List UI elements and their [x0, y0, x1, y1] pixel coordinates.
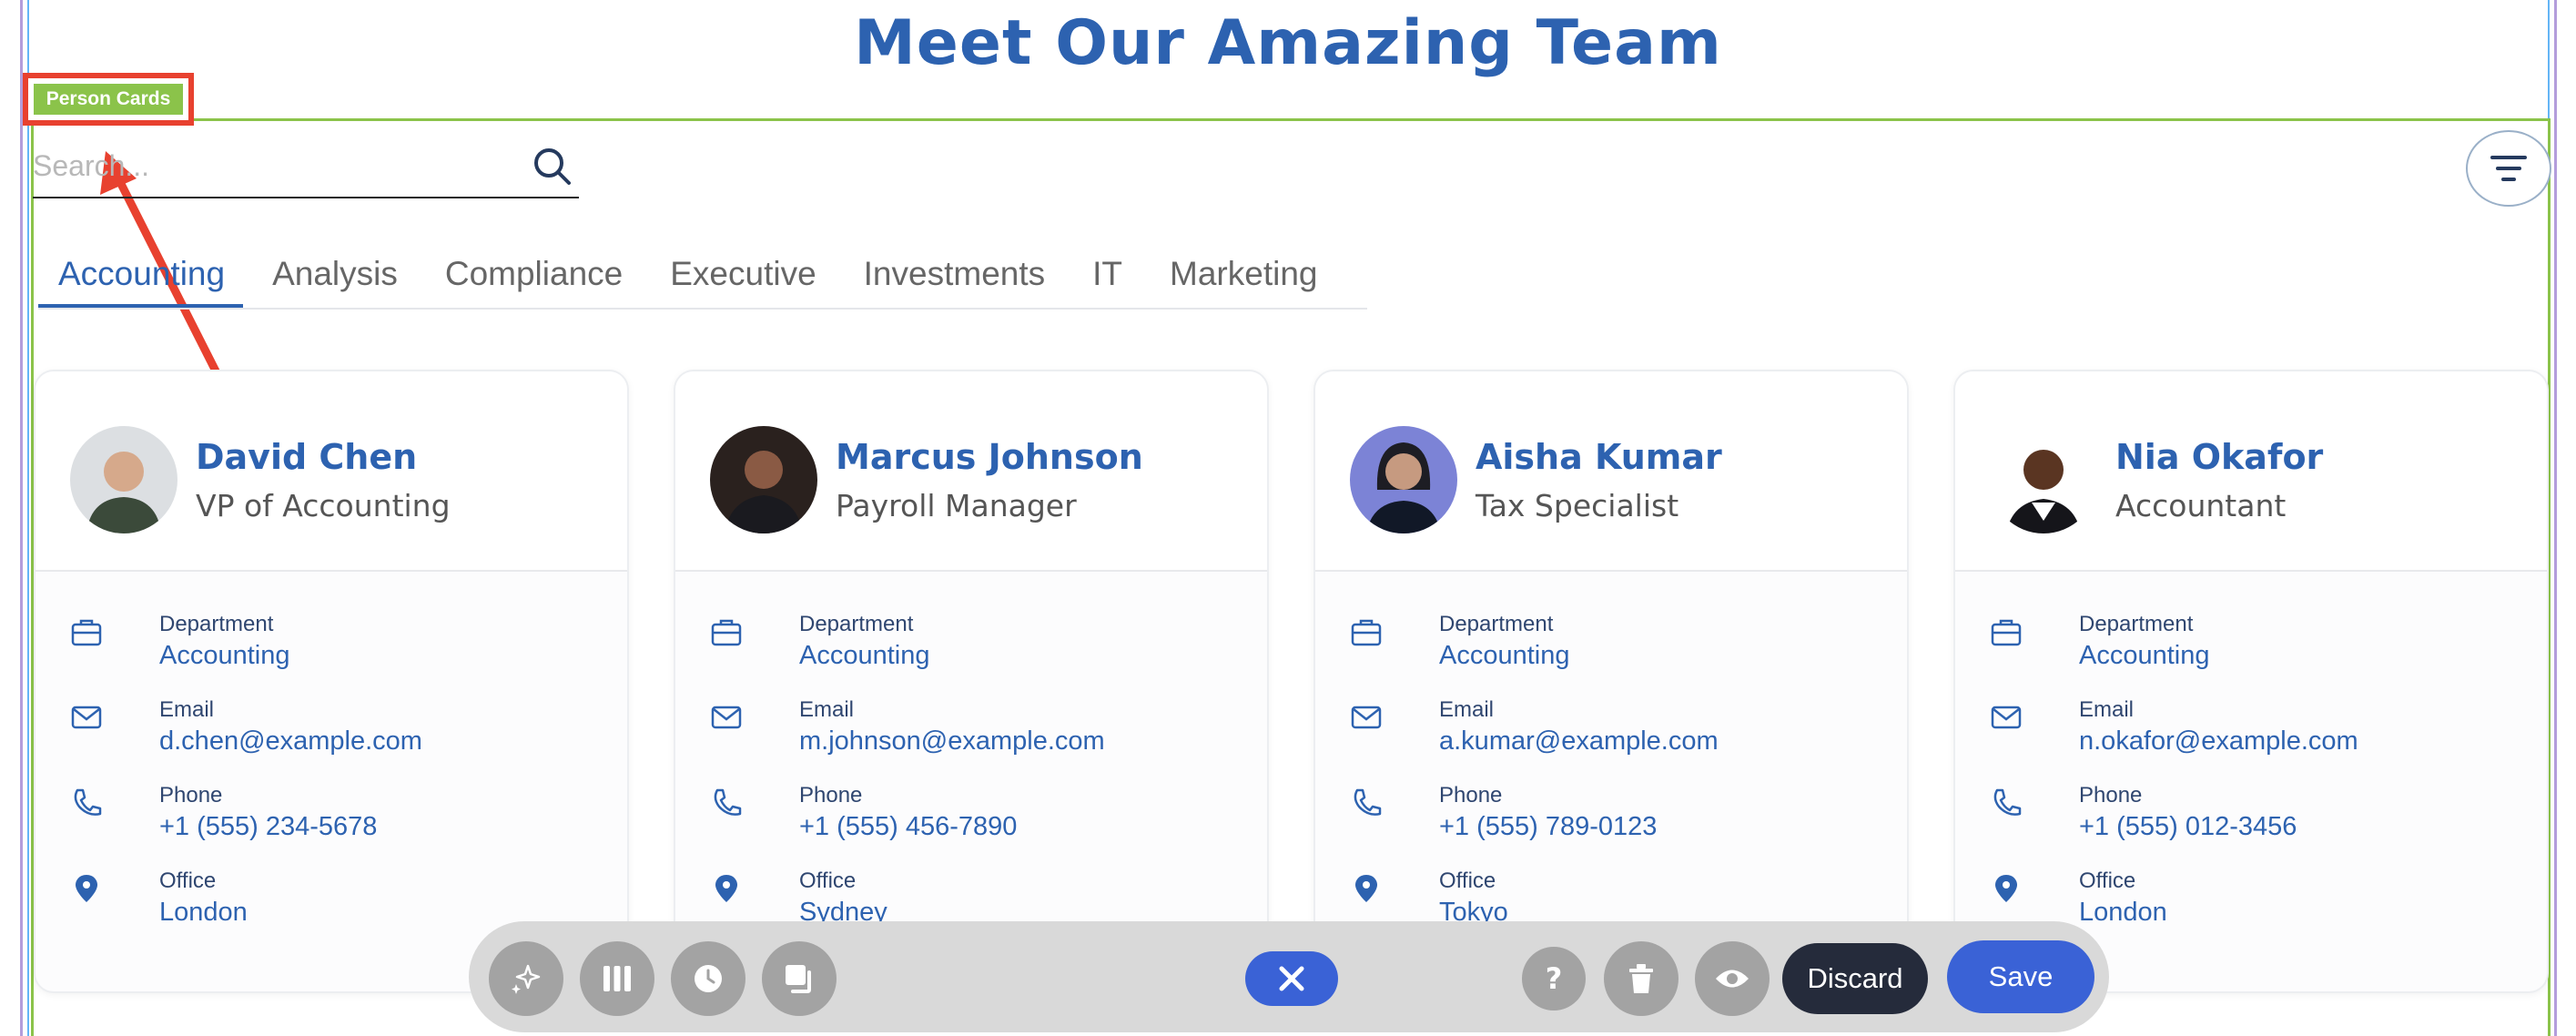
duplicate-button[interactable]	[762, 941, 837, 1016]
close-button[interactable]	[1245, 951, 1338, 1006]
clock-icon	[695, 965, 722, 992]
tab-investments[interactable]: Investments	[846, 244, 1063, 308]
mail-icon	[1991, 706, 2022, 729]
person-role: VP of Accounting	[196, 488, 451, 523]
delete-button[interactable]	[1604, 941, 1678, 1016]
phone-icon	[74, 788, 102, 816]
office-value: London	[159, 898, 248, 927]
person-name: Nia Okafor	[2115, 437, 2324, 477]
email-value[interactable]: a.kumar@example.com	[1439, 726, 1719, 757]
phone-icon	[1354, 788, 1382, 816]
history-button[interactable]	[671, 941, 745, 1016]
phone-value[interactable]: +1 (555) 789-0123	[1439, 812, 1657, 842]
mail-icon	[711, 706, 742, 729]
preview-button[interactable]	[1695, 941, 1770, 1016]
avatar	[710, 426, 817, 533]
person-role: Tax Specialist	[1476, 488, 1679, 523]
svg-text:?: ?	[1546, 962, 1563, 995]
briefcase-icon	[1991, 619, 2022, 646]
email-value[interactable]: m.johnson@example.com	[799, 726, 1105, 757]
help-button[interactable]: ?	[1522, 947, 1586, 1011]
person-name: David Chen	[196, 437, 418, 477]
phone-icon	[714, 788, 742, 816]
section-tag-label: Person Cards	[34, 84, 183, 115]
briefcase-icon	[711, 619, 742, 646]
tab-it[interactable]: IT	[1074, 244, 1141, 308]
mail-icon	[71, 706, 102, 729]
filter-button[interactable]	[2466, 130, 2551, 207]
close-icon	[1279, 966, 1304, 991]
tab-compliance[interactable]: Compliance	[427, 244, 641, 308]
card-header: David Chen VP of Accounting	[35, 371, 627, 572]
columns-icon	[603, 966, 631, 991]
tab-marketing[interactable]: Marketing	[1151, 244, 1335, 308]
department-value: Accounting	[2079, 641, 2210, 670]
search-box	[33, 137, 579, 198]
title-highlight: Amazing	[1207, 7, 1514, 79]
avatar	[1990, 426, 2097, 533]
person-card[interactable]: Marcus Johnson Payroll Manager Departmen…	[674, 370, 1269, 993]
section-tag: Person Cards	[23, 73, 194, 126]
email-value[interactable]: d.chen@example.com	[159, 726, 422, 757]
tab-accounting[interactable]: Accounting	[38, 244, 244, 308]
eye-icon	[1716, 970, 1749, 988]
mail-icon	[1351, 706, 1382, 729]
location-pin-icon	[76, 875, 97, 902]
phone-value[interactable]: +1 (555) 456-7890	[799, 812, 1017, 842]
search-input[interactable]	[33, 137, 506, 195]
tab-executive[interactable]: Executive	[652, 244, 834, 308]
office-value: London	[2079, 898, 2167, 927]
person-card[interactable]: Aisha Kumar Tax Specialist Department Ac…	[1313, 370, 1909, 993]
avatar	[1350, 426, 1457, 533]
card-header: Marcus Johnson Payroll Manager	[675, 371, 1267, 572]
editor-toolbar: ? Discard Save	[469, 921, 2109, 1032]
card-header: Aisha Kumar Tax Specialist	[1315, 371, 1907, 572]
briefcase-icon	[71, 619, 102, 646]
person-card[interactable]: Nia Okafor Accountant Department Account…	[1953, 370, 2549, 993]
location-pin-icon	[1355, 875, 1377, 902]
department-value: Accounting	[799, 641, 930, 670]
columns-button[interactable]	[580, 941, 654, 1016]
discard-button[interactable]: Discard	[1782, 943, 1928, 1014]
location-pin-icon	[1995, 875, 2017, 902]
person-role: Payroll Manager	[836, 488, 1077, 523]
department-tabs: Accounting Analysis Compliance Executive…	[38, 244, 1367, 310]
tab-analysis[interactable]: Analysis	[254, 244, 416, 308]
filter-icon	[2490, 156, 2527, 181]
person-name: Marcus Johnson	[836, 437, 1143, 477]
phone-value[interactable]: +1 (555) 012-3456	[2079, 812, 2297, 842]
save-button[interactable]: Save	[1947, 940, 2094, 1013]
phone-icon	[1993, 788, 2022, 816]
copy-icon	[786, 965, 811, 993]
phone-value[interactable]: +1 (555) 234-5678	[159, 812, 377, 842]
briefcase-icon	[1351, 619, 1382, 646]
help-icon: ?	[1546, 962, 1563, 995]
person-name: Aisha Kumar	[1476, 437, 1722, 477]
sparkle-icon	[512, 964, 541, 994]
person-role: Accountant	[2115, 488, 2287, 523]
person-card[interactable]: David Chen VP of Accounting Department A…	[34, 370, 629, 993]
search-icon[interactable]	[530, 144, 573, 188]
department-value: Accounting	[1439, 641, 1570, 670]
trash-icon	[1629, 964, 1653, 993]
department-value: Accounting	[159, 641, 290, 670]
avatar	[70, 426, 177, 533]
location-pin-icon	[715, 875, 737, 902]
ai-sparkle-button[interactable]	[489, 941, 563, 1016]
card-header: Nia Okafor Accountant	[1955, 371, 2547, 572]
email-value[interactable]: n.okafor@example.com	[2079, 726, 2358, 757]
page-title: Meet Our Amazing Team	[854, 7, 1722, 79]
